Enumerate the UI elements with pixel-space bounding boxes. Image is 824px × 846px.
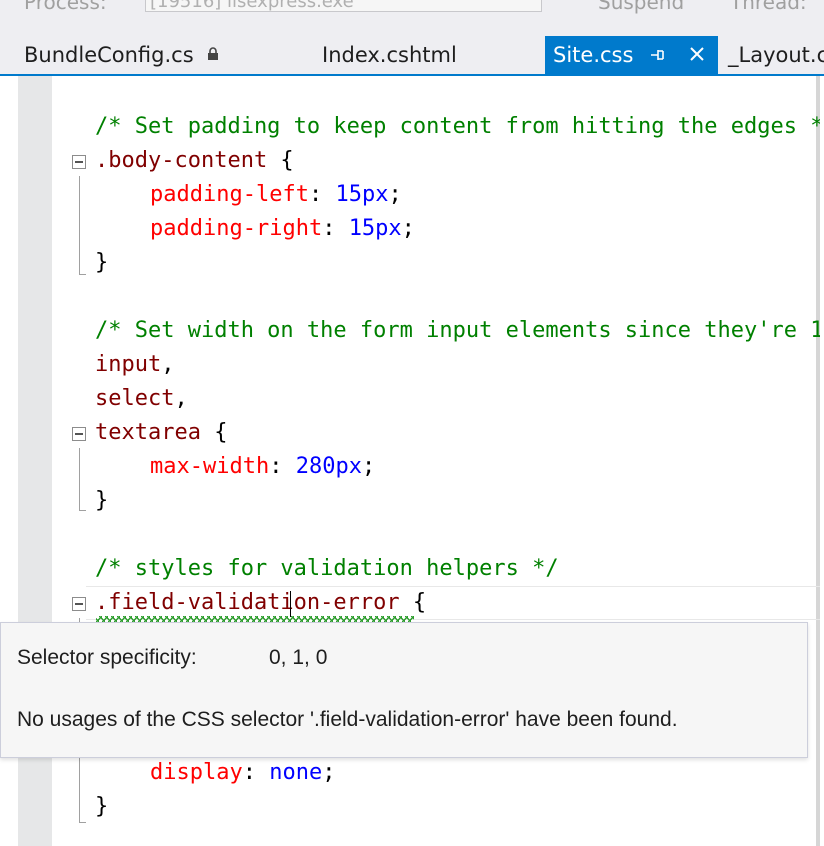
thread-label: Thread: (730, 0, 807, 14)
pin-icon[interactable] (649, 47, 665, 63)
tab-layout-cshtml[interactable]: _Layout.c (720, 36, 824, 74)
tab-label: Site.css (553, 43, 634, 67)
quick-info-tooltip: Selector specificity: 0, 1, 0 No usages … (0, 622, 808, 758)
outline-guide (79, 176, 80, 274)
outline-guide-end (79, 274, 86, 275)
collapse-toggle[interactable] (72, 155, 86, 169)
outline-guide-end (79, 822, 86, 823)
debug-toolbar: Process: [19516] iisexpress.exe Suspend … (0, 0, 824, 14)
usage-message: No usages of the CSS selector '.field-va… (17, 708, 678, 731)
tab-label: BundleConfig.cs (24, 43, 194, 67)
process-dropdown[interactable]: [19516] iisexpress.exe (145, 0, 542, 12)
tab-label: _Layout.c (728, 43, 824, 67)
code-line: input, (95, 352, 175, 377)
code-line: max-width: 280px; (150, 454, 376, 479)
suspend-button[interactable]: Suspend (598, 0, 684, 14)
tab-bundleconfig[interactable]: BundleConfig.cs (0, 36, 248, 74)
code-line: /* Set width on the form input elements … (95, 318, 820, 343)
code-line: textarea { (95, 420, 228, 445)
collapse-toggle[interactable] (72, 597, 86, 611)
tab-index-cshtml[interactable]: Index.cshtml (300, 36, 500, 74)
code-line: /* Set padding to keep content from hitt… (95, 114, 820, 139)
code-line: select, (95, 386, 188, 411)
outline-guide-end (79, 510, 86, 511)
code-line: padding-left: 15px; (150, 182, 402, 207)
code-line: .body-content { (95, 148, 294, 173)
tab-label: Index.cshtml (322, 43, 457, 67)
code-line: .field-validation-error { (95, 590, 427, 615)
code-line: /* styles for validation helpers */ (95, 556, 559, 581)
close-icon[interactable] (689, 46, 705, 62)
code-line: } (95, 488, 109, 513)
outline-guide (79, 448, 80, 510)
code-line: } (95, 250, 109, 275)
code-line: } (95, 794, 109, 819)
code-line: padding-right: 15px; (150, 216, 415, 241)
lock-icon (208, 47, 218, 60)
specificity-label: Selector specificity: (17, 646, 197, 669)
vertical-scrollbar[interactable] (816, 76, 820, 846)
specificity-value: 0, 1, 0 (269, 646, 328, 669)
code-line: display: none; (150, 760, 336, 785)
collapse-toggle[interactable] (72, 427, 86, 441)
text-caret (290, 591, 291, 617)
process-label: Process: (24, 0, 107, 14)
document-tab-bar: BundleConfig.cs Index.cshtml Site.css _L… (0, 14, 824, 74)
tab-site-css[interactable]: Site.css (545, 36, 718, 74)
